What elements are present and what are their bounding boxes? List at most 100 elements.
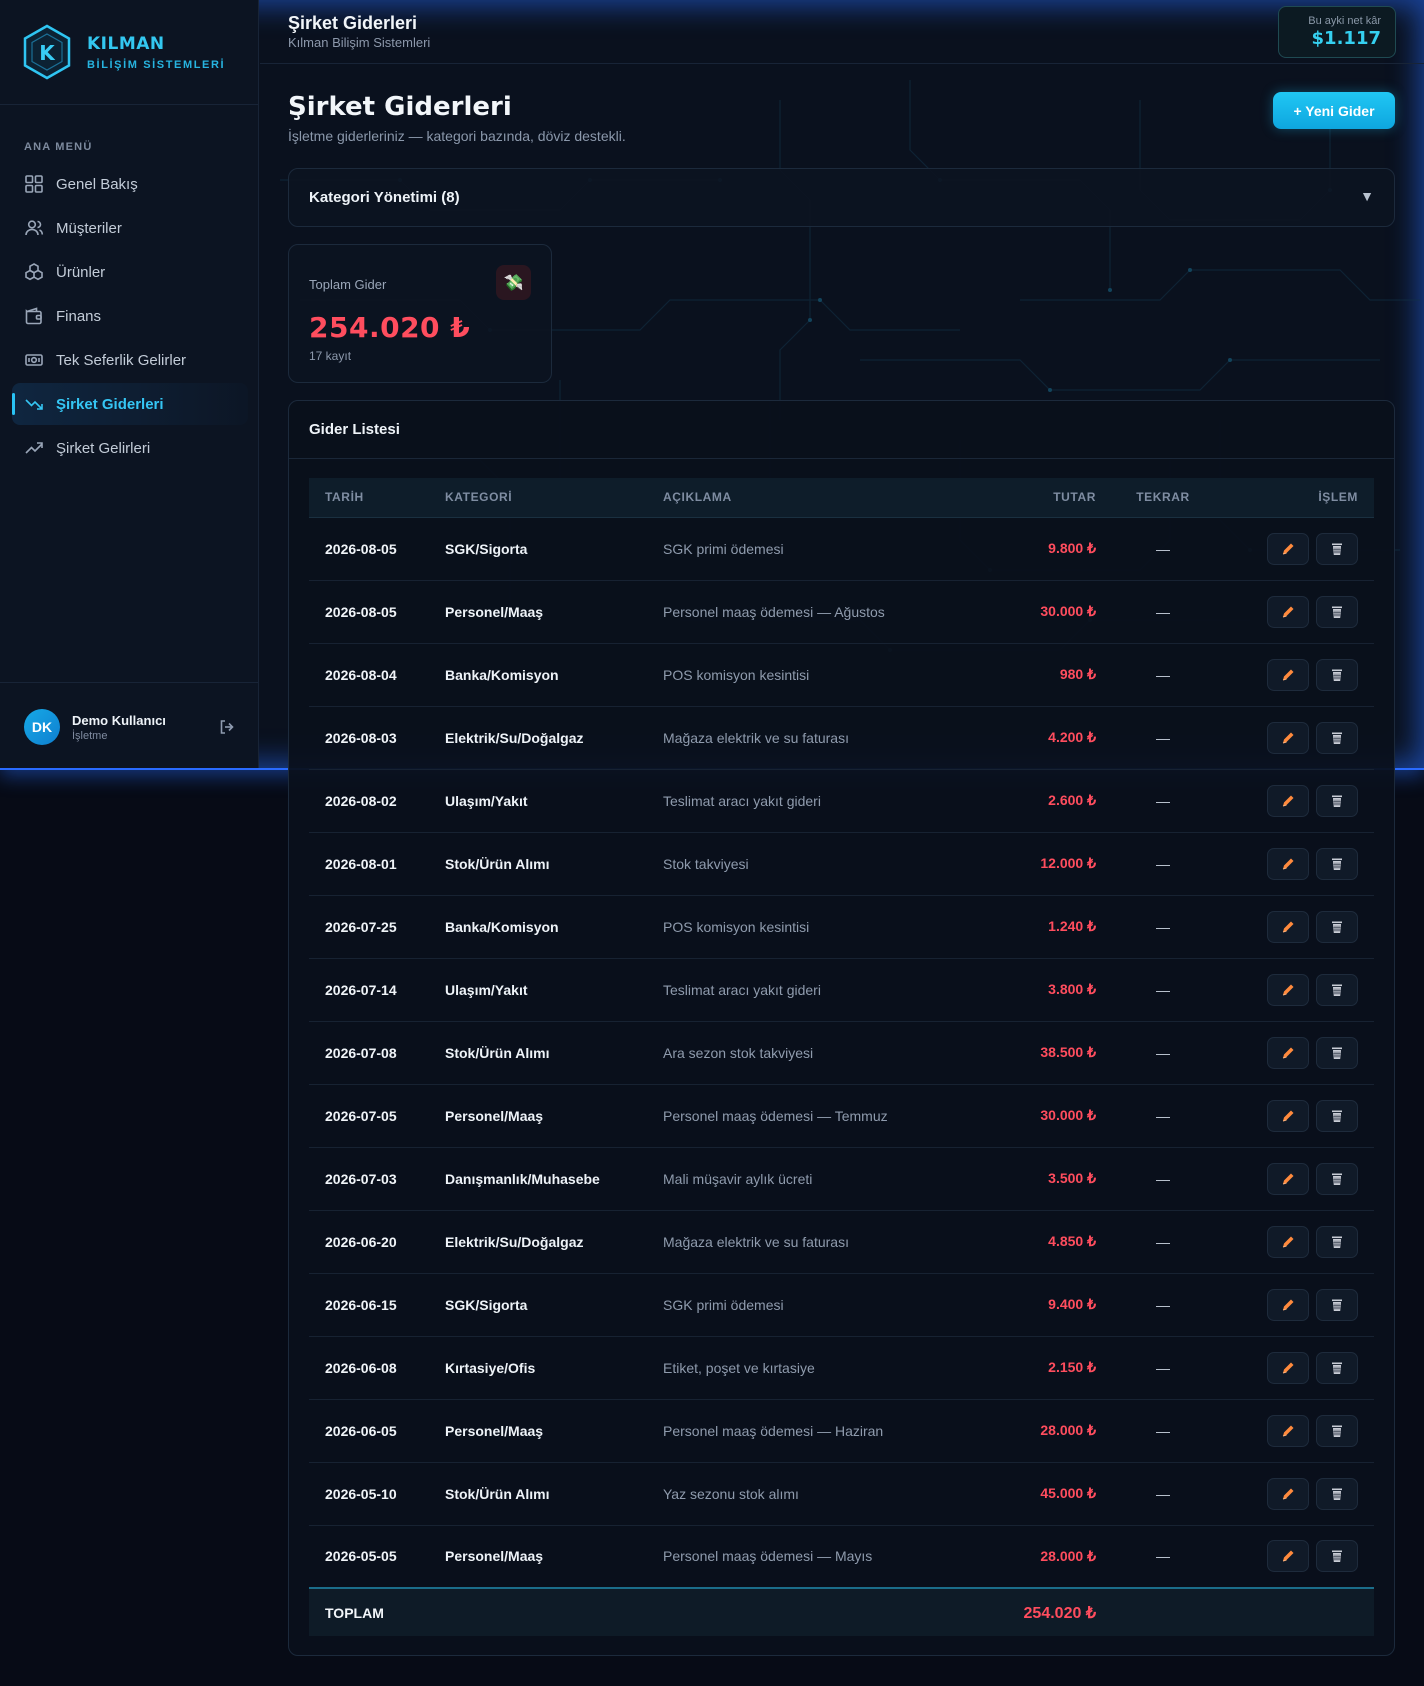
delete-button[interactable] bbox=[1316, 1162, 1358, 1195]
row-amount: 2.600 ₺ bbox=[1048, 792, 1096, 808]
pencil-icon bbox=[1282, 732, 1294, 743]
edit-button[interactable] bbox=[1267, 1414, 1309, 1447]
column-header-category[interactable]: KATEGORİ bbox=[445, 478, 663, 518]
edit-button[interactable] bbox=[1267, 847, 1309, 880]
delete-button[interactable] bbox=[1316, 658, 1358, 691]
edit-button[interactable] bbox=[1267, 1036, 1309, 1069]
sidebar-item-label: Finans bbox=[56, 307, 102, 325]
row-repeat: — bbox=[1156, 540, 1170, 557]
row-repeat: — bbox=[1156, 666, 1170, 683]
delete-button[interactable] bbox=[1316, 1477, 1358, 1510]
net-profit-value: $1.117 bbox=[1311, 28, 1381, 49]
row-category: Stok/Ürün Alımı bbox=[445, 1485, 550, 1502]
sidebar-item-tek-seferlik-gelirler[interactable]: Tek Seferlik Gelirler bbox=[12, 339, 248, 381]
delete-button[interactable] bbox=[1316, 1099, 1358, 1132]
delete-button[interactable] bbox=[1316, 784, 1358, 817]
row-actions bbox=[1230, 706, 1374, 769]
edit-button[interactable] bbox=[1267, 910, 1309, 943]
row-actions bbox=[1230, 1399, 1374, 1462]
category-management-panel[interactable]: Kategori Yönetimi (8) ▼ bbox=[288, 168, 1395, 227]
row-description: POS komisyon kesintisi bbox=[663, 918, 810, 935]
edit-button[interactable] bbox=[1267, 658, 1309, 691]
trash-icon bbox=[1332, 1362, 1342, 1374]
new-expense-button[interactable]: + Yeni Gider bbox=[1273, 92, 1395, 129]
delete-button[interactable] bbox=[1316, 1351, 1358, 1384]
sidebar-item-musteriler[interactable]: Müşteriler bbox=[12, 207, 248, 249]
trash-icon bbox=[1332, 921, 1342, 933]
kilman-logo-icon: K bbox=[23, 24, 71, 80]
delete-button[interactable] bbox=[1316, 532, 1358, 565]
delete-button[interactable] bbox=[1316, 1225, 1358, 1258]
avatar[interactable]: DK bbox=[24, 709, 60, 745]
row-actions bbox=[1230, 517, 1374, 580]
edit-button[interactable] bbox=[1267, 1099, 1309, 1132]
cash-icon bbox=[25, 354, 43, 366]
sidebar-item-finans[interactable]: Finans bbox=[12, 295, 248, 337]
trash-icon bbox=[1332, 984, 1342, 996]
column-header-repeat[interactable]: TEKRAR bbox=[1096, 478, 1230, 518]
sidebar-item-genel-bakis[interactable]: Genel Bakış bbox=[12, 163, 248, 205]
brand[interactable]: K KILMAN BİLİŞİM SİSTEMLERİ bbox=[22, 24, 225, 80]
table-row: 2026-07-05 Personel/Maaş Personel maaş öde… bbox=[309, 1084, 1374, 1147]
row-description: Yaz sezonu stok alımı bbox=[663, 1485, 799, 1502]
sidebar-menu: Genel Bakış Müşteriler Ürünler Finans Te… bbox=[12, 163, 248, 471]
edit-button[interactable] bbox=[1267, 1288, 1309, 1321]
delete-button[interactable] bbox=[1316, 721, 1358, 754]
row-amount: 9.400 ₺ bbox=[1048, 1296, 1096, 1312]
pencil-icon bbox=[1282, 543, 1294, 554]
edit-button[interactable] bbox=[1267, 595, 1309, 628]
pencil-icon bbox=[1282, 1488, 1294, 1499]
trash-icon bbox=[1332, 1299, 1342, 1311]
column-header-amount[interactable]: TUTAR bbox=[963, 478, 1096, 518]
delete-button[interactable] bbox=[1316, 847, 1358, 880]
page-title: Şirket Giderleri bbox=[288, 92, 512, 122]
edit-button[interactable] bbox=[1267, 532, 1309, 565]
row-category: Banka/Komisyon bbox=[445, 918, 559, 935]
trash-icon bbox=[1332, 1173, 1342, 1185]
sidebar-item-sirket-gelirleri[interactable]: Şirket Gelirleri bbox=[12, 427, 248, 469]
row-category: Ulaşım/Yakıt bbox=[445, 981, 528, 998]
table-row: 2026-08-05 Personel/Maaş Personel maaş öde… bbox=[309, 580, 1374, 643]
delete-button[interactable] bbox=[1316, 1540, 1358, 1573]
delete-button[interactable] bbox=[1316, 595, 1358, 628]
divider bbox=[0, 104, 259, 105]
sidebar-item-sirket-giderleri[interactable]: Şirket Giderleri bbox=[12, 383, 248, 425]
row-amount: 9.800 ₺ bbox=[1048, 540, 1096, 556]
row-category: Personel/Maaş bbox=[445, 1548, 544, 1565]
delete-button[interactable] bbox=[1316, 1036, 1358, 1069]
table-row: 2026-07-14 Ulaşım/Yakıt Teslimat aracı yak… bbox=[309, 958, 1374, 1021]
table-row: 2026-08-01 Stok/Ürün Alımı Stok takviyesi 1… bbox=[309, 832, 1374, 895]
edit-button[interactable] bbox=[1267, 973, 1309, 1006]
delete-button[interactable] bbox=[1316, 1288, 1358, 1321]
column-header-description[interactable]: AÇIKLAMA bbox=[663, 478, 963, 518]
stat-count: 17 kayıt bbox=[309, 349, 352, 363]
brand-name: KILMAN bbox=[87, 33, 165, 54]
row-repeat: — bbox=[1156, 855, 1170, 872]
row-date: 2026-07-14 bbox=[325, 981, 397, 998]
row-description: SGK primi ödemesi bbox=[663, 1296, 784, 1313]
edit-button[interactable] bbox=[1267, 721, 1309, 754]
row-amount: 1.240 ₺ bbox=[1048, 918, 1096, 934]
row-description: Teslimat aracı yakıt gideri bbox=[663, 792, 821, 809]
edit-button[interactable] bbox=[1267, 1225, 1309, 1258]
edit-button[interactable] bbox=[1267, 1477, 1309, 1510]
trash-icon bbox=[1332, 1425, 1342, 1437]
sidebar-item-urunler[interactable]: Ürünler bbox=[12, 251, 248, 293]
table-row: 2026-07-03 Danışmanlık/Muhasebe Mali müşav… bbox=[309, 1147, 1374, 1210]
edit-button[interactable] bbox=[1267, 1540, 1309, 1573]
column-header-date[interactable]: TARİH bbox=[309, 478, 445, 518]
delete-button[interactable] bbox=[1316, 910, 1358, 943]
row-description: Ara sezon stok takviyesi bbox=[663, 1044, 814, 1061]
row-date: 2026-06-20 bbox=[325, 1233, 397, 1250]
pencil-icon bbox=[1282, 1362, 1294, 1373]
row-date: 2026-06-05 bbox=[325, 1422, 397, 1439]
row-repeat: — bbox=[1156, 1296, 1170, 1313]
pencil-icon bbox=[1282, 795, 1294, 806]
edit-button[interactable] bbox=[1267, 1162, 1309, 1195]
delete-button[interactable] bbox=[1316, 973, 1358, 1006]
delete-button[interactable] bbox=[1316, 1414, 1358, 1447]
edit-button[interactable] bbox=[1267, 1351, 1309, 1384]
edit-button[interactable] bbox=[1267, 784, 1309, 817]
logout-icon[interactable] bbox=[218, 718, 236, 736]
chevron-down-icon[interactable]: ▼ bbox=[1360, 188, 1374, 204]
